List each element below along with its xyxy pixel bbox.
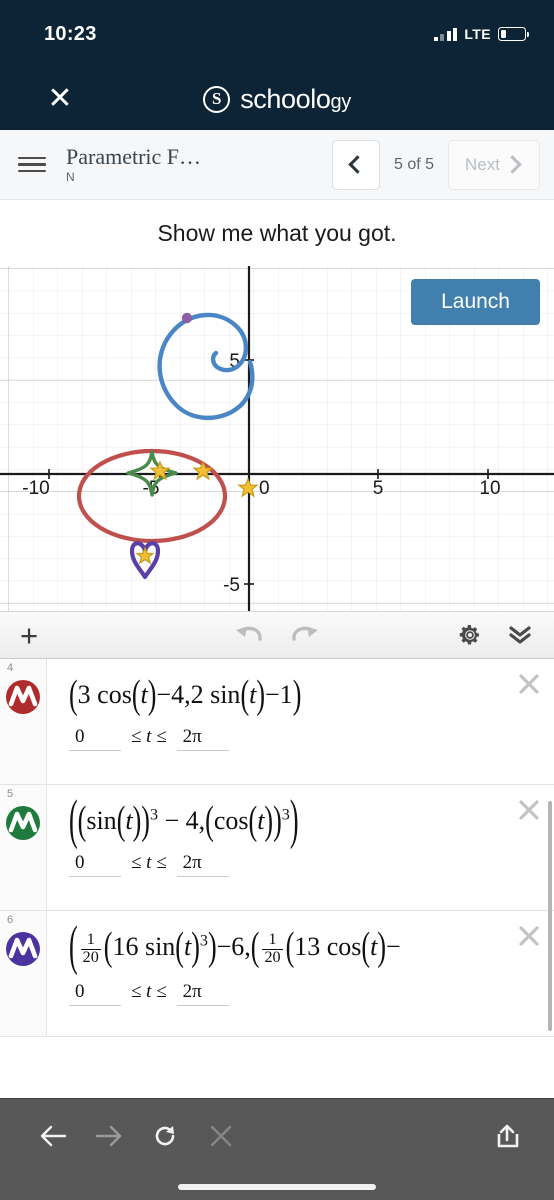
browser-toolbar: [0, 1098, 554, 1200]
expression-index-cell: 5: [0, 785, 47, 910]
x-tick-label: 10: [479, 478, 500, 499]
next-button[interactable]: Next: [448, 139, 540, 190]
x-tick-label: 0: [259, 478, 270, 499]
expression-list-scrollbar[interactable]: [548, 801, 552, 1031]
reload-icon[interactable]: [148, 1119, 182, 1153]
expression-number: 5: [7, 788, 14, 800]
desmos-graph-canvas[interactable]: -10 -5 0 5 10 5 -5 Launch: [0, 266, 554, 611]
double-chevron-down-icon[interactable]: [506, 623, 534, 647]
home-indicator: [178, 1184, 376, 1190]
domain-operator: ≤ t ≤: [131, 981, 167, 1003]
domain-max-input[interactable]: 2π: [176, 981, 229, 1007]
prompt-text: Show me what you got.: [157, 219, 397, 246]
schoology-mark-icon: S: [203, 85, 231, 113]
domain-min-input[interactable]: 0: [69, 981, 121, 1007]
signal-bars-icon: [433, 27, 458, 41]
plotted-point: [181, 312, 193, 324]
brand-name: schoology: [240, 83, 351, 114]
gear-icon[interactable]: [458, 623, 482, 647]
desmos-action-bar: +: [0, 611, 554, 659]
undo-icon[interactable]: [234, 624, 264, 646]
expression-number: 6: [7, 914, 14, 926]
domain-max-input[interactable]: 2π: [176, 726, 229, 751]
status-bar: 10:23 LTE: [0, 0, 554, 68]
share-icon[interactable]: [490, 1119, 524, 1153]
delete-expression-button[interactable]: [516, 797, 542, 823]
expression-row[interactable]: 6 (1 20 (16 sin(t)3)−6,(1 20 (13 cos(t)− 0 ≤…: [0, 911, 554, 1037]
domain-max-input[interactable]: 2π: [176, 852, 229, 877]
domain-min-input[interactable]: 0: [69, 726, 121, 751]
x-tick-label: 5: [373, 478, 384, 499]
expression-row[interactable]: 4 (3 cos(t)−4,2 sin(t)−1) 0 ≤ t ≤ 2π: [0, 659, 554, 785]
chevron-left-icon: [348, 155, 368, 174]
question-prompt: Show me what you got.: [0, 200, 554, 266]
schoology-logo: S schoology: [0, 84, 554, 115]
expression-body[interactable]: (1 20 (16 sin(t)3)−6,(1 20 (13 cos(t)− 0 ≤ t…: [47, 911, 554, 1036]
stop-close-icon[interactable]: [204, 1119, 238, 1153]
expression-row[interactable]: 5 ((sin(t))3 − 4,(cos(t))3) 0 ≤ t ≤ 2π: [0, 785, 554, 911]
page-title: Parametric F…: [66, 145, 202, 169]
page-subtitle: N: [66, 169, 75, 184]
y-tick-label: -5: [223, 575, 240, 596]
delete-expression-button[interactable]: [516, 671, 542, 697]
domain-operator: ≤ t ≤: [131, 851, 167, 873]
expression-number: 4: [7, 662, 14, 674]
delete-expression-button[interactable]: [516, 923, 542, 949]
expression-formula[interactable]: (3 cos(t)−4,2 sin(t)−1): [69, 672, 510, 717]
expression-formula[interactable]: ((sin(t))3 − 4,(cos(t))3): [69, 789, 510, 850]
arrow-left-icon[interactable]: [36, 1119, 70, 1153]
chevron-right-icon: [503, 155, 522, 174]
redo-icon[interactable]: [290, 624, 320, 646]
parametric-curve-icon[interactable]: [5, 931, 41, 967]
parametric-curve-icon[interactable]: [5, 679, 41, 715]
expression-domain[interactable]: 0 ≤ t ≤ 2π: [69, 981, 510, 1007]
hamburger-menu-icon[interactable]: [18, 156, 46, 173]
close-icon[interactable]: ✕: [40, 79, 80, 119]
expression-index-cell: 4: [0, 659, 47, 784]
expression-domain[interactable]: 0 ≤ t ≤ 2π: [69, 726, 510, 751]
page-counter: 5 of 5: [393, 155, 434, 173]
status-indicators: LTE: [433, 26, 530, 42]
next-button-label: Next: [465, 154, 500, 174]
previous-button[interactable]: [331, 139, 380, 190]
action-bar-right: [458, 623, 534, 647]
expression-body[interactable]: (3 cos(t)−4,2 sin(t)−1) 0 ≤ t ≤ 2π: [47, 659, 554, 784]
plus-icon[interactable]: +: [20, 620, 54, 651]
expression-body[interactable]: ((sin(t))3 − 4,(cos(t))3) 0 ≤ t ≤ 2π: [47, 785, 554, 910]
assignment-title-block: Parametric F… N: [56, 145, 322, 183]
app-header: ✕ S schoology: [0, 68, 554, 130]
parametric-curve-icon[interactable]: [5, 805, 41, 841]
expression-formula[interactable]: (1 20 (16 sin(t)3)−6,(1 20 (13 cos(t)−: [69, 915, 510, 976]
expression-index-cell: 6: [0, 911, 47, 1036]
network-type-label: LTE: [464, 26, 491, 42]
launch-button[interactable]: Launch: [411, 279, 540, 325]
assignment-nav-bar: Parametric F… N 5 of 5 Next: [0, 130, 554, 200]
domain-operator: ≤ t ≤: [131, 725, 167, 747]
x-tick-label: -10: [22, 478, 49, 499]
expression-list[interactable]: 4 (3 cos(t)−4,2 sin(t)−1) 0 ≤ t ≤ 2π 5 (…: [0, 659, 554, 1079]
status-time: 10:23: [44, 22, 97, 45]
arrow-right-icon[interactable]: [92, 1119, 126, 1153]
battery-low-icon: [498, 27, 530, 41]
